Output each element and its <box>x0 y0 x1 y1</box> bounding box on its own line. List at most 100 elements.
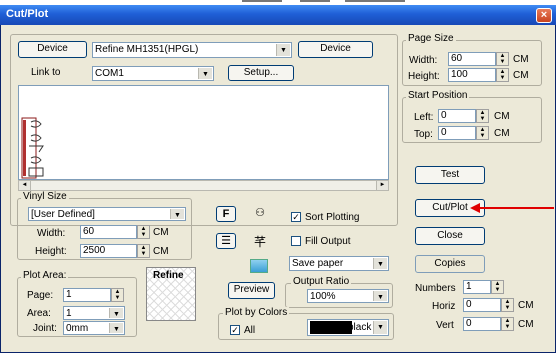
test-button[interactable]: Test <box>415 166 485 184</box>
area-select-value: 1 <box>66 308 72 319</box>
page-width-unit: CM <box>513 54 529 65</box>
plot-by-colors-title: Plot by Colors <box>223 307 290 318</box>
joint-select[interactable]: 0mm ▼ <box>63 321 125 335</box>
vinyl-width-field[interactable]: 60 <box>80 225 137 239</box>
close-button[interactable]: Close <box>415 227 485 245</box>
sort-plotting-checkbox[interactable]: ✓ <box>291 212 301 222</box>
page-height-spinner[interactable]: ▲ ▼ <box>496 68 509 82</box>
start-left-field[interactable]: 0 <box>438 109 476 123</box>
chevron-down-icon: ▼ <box>170 209 184 219</box>
font-icon: F <box>222 208 230 220</box>
design-thumbnail: Refine <box>146 267 196 321</box>
port-select[interactable]: COM1 ▼ <box>92 66 214 81</box>
vinyl-height-unit: CM <box>153 246 169 257</box>
chevron-down-icon: ▼ <box>198 68 212 79</box>
chevron-down-icon: ▼ <box>109 308 123 318</box>
cropped-text-fragment <box>300 0 330 2</box>
numbers-field[interactable]: 1 <box>463 280 491 294</box>
scroll-right-arrow-icon[interactable]: ► <box>376 181 388 190</box>
preview-button[interactable]: Preview <box>228 282 275 299</box>
start-top-field[interactable]: 0 <box>438 126 476 140</box>
output-ratio-value: 100% <box>310 291 336 302</box>
link-to-label: Link to <box>31 67 61 78</box>
preview-design-shapes <box>21 117 44 179</box>
horiz-label: Horiz <box>432 301 456 312</box>
numbers-spinner[interactable]: ▲ ▼ <box>491 280 504 294</box>
page-height-unit: CM <box>513 70 529 81</box>
glyph-tool-icon[interactable]: 芊 <box>250 233 270 249</box>
area-label: Area: <box>27 308 51 319</box>
vert-spinner[interactable]: ▲ ▼ <box>501 317 514 331</box>
device-select-value: Refine MH1351(HPGL) <box>95 44 199 55</box>
port-select-value: COM1 <box>95 68 124 79</box>
start-top-unit: CM <box>494 128 510 139</box>
page-field[interactable]: 1 <box>63 288 111 302</box>
align-tool-button[interactable]: ☰ <box>216 233 236 249</box>
setup-button[interactable]: Setup... <box>228 65 294 81</box>
page-spinner[interactable]: ▲ ▼ <box>111 288 124 302</box>
vinyl-width-spinner[interactable]: ▲ ▼ <box>137 225 150 239</box>
device-right-button[interactable]: Device <box>298 41 373 58</box>
vert-label: Vert <box>436 320 454 331</box>
start-top-label: Top: <box>414 129 433 140</box>
list-lines-icon: ☰ <box>221 235 231 247</box>
thumbnail-text: Refine <box>153 270 184 281</box>
output-ratio-title: Output Ratio <box>291 276 352 287</box>
page-width-field[interactable]: 60 <box>448 52 496 66</box>
vinyl-width-unit: CM <box>153 227 169 238</box>
vinyl-height-label: Height: <box>35 246 67 257</box>
device-select[interactable]: Refine MH1351(HPGL) ▼ <box>92 42 292 58</box>
start-left-unit: CM <box>494 111 510 122</box>
annotation-arrow-icon <box>470 203 554 213</box>
page-width-label: Width: <box>409 55 438 66</box>
vinyl-size-title: Vinyl Size <box>21 191 69 202</box>
fill-output-label: Fill Output <box>305 236 351 247</box>
horiz-spinner[interactable]: ▲ ▼ <box>501 298 514 312</box>
preview-area[interactable] <box>18 85 389 180</box>
cropped-text-fragment <box>242 0 282 2</box>
horiz-field[interactable]: 0 <box>463 298 501 312</box>
sort-plotting-label: Sort Plotting <box>305 212 360 223</box>
vinyl-height-field[interactable]: 2500 <box>80 244 137 258</box>
color-swatch <box>310 321 352 334</box>
area-select[interactable]: 1 ▼ <box>63 306 125 320</box>
cropped-text-fragment <box>345 0 405 2</box>
page-label: Page: <box>27 290 54 301</box>
all-colors-label: All <box>244 325 256 336</box>
vinyl-height-spinner[interactable]: ▲ ▼ <box>137 244 150 258</box>
page-height-field[interactable]: 100 <box>448 68 496 82</box>
window-title: Cut/Plot <box>6 8 49 20</box>
numbers-label: Numbers <box>415 283 456 294</box>
start-left-label: Left: <box>414 112 434 123</box>
chevron-down-icon: ▼ <box>276 44 290 56</box>
horizontal-scrollbar[interactable]: ◄ ► <box>18 180 389 191</box>
close-window-button[interactable]: × <box>536 8 552 23</box>
vinyl-preset-select[interactable]: [User Defined] ▼ <box>28 207 186 221</box>
horiz-unit: CM <box>518 300 534 311</box>
vert-field[interactable]: 0 <box>463 317 501 331</box>
title-bar[interactable] <box>0 5 556 25</box>
plot-area-title: Plot Area: <box>21 270 69 281</box>
chevron-down-icon: ▼ <box>373 258 387 269</box>
device-button[interactable]: Device <box>18 41 87 58</box>
start-left-spinner[interactable]: ▲ ▼ <box>476 109 489 123</box>
chevron-down-icon: ▼ <box>373 321 387 334</box>
all-colors-checkbox[interactable]: ✓ <box>230 325 240 335</box>
paper-mode-value: Save paper <box>292 258 344 269</box>
fill-output-checkbox[interactable] <box>291 236 301 246</box>
page-height-label: Height: <box>408 71 440 82</box>
tool-f-button[interactable]: F <box>216 206 236 222</box>
vinyl-preset-value: [User Defined] <box>31 209 95 220</box>
paper-mode-select[interactable]: Save paper ▼ <box>289 256 389 271</box>
vert-unit: CM <box>518 319 534 330</box>
output-ratio-select[interactable]: 100% ▼ <box>307 289 389 303</box>
copies-button[interactable]: Copies <box>415 255 485 273</box>
people-tool-icon[interactable]: ⚇ <box>250 206 270 222</box>
joint-select-value: 0mm <box>66 323 89 334</box>
scroll-left-arrow-icon[interactable]: ◄ <box>19 181 31 190</box>
page-width-spinner[interactable]: ▲ ▼ <box>496 52 509 66</box>
page-size-title: Page Size <box>406 33 456 44</box>
joint-label: Joint: <box>33 323 57 334</box>
image-tool-icon[interactable] <box>250 259 268 273</box>
start-top-spinner[interactable]: ▲ ▼ <box>476 126 489 140</box>
